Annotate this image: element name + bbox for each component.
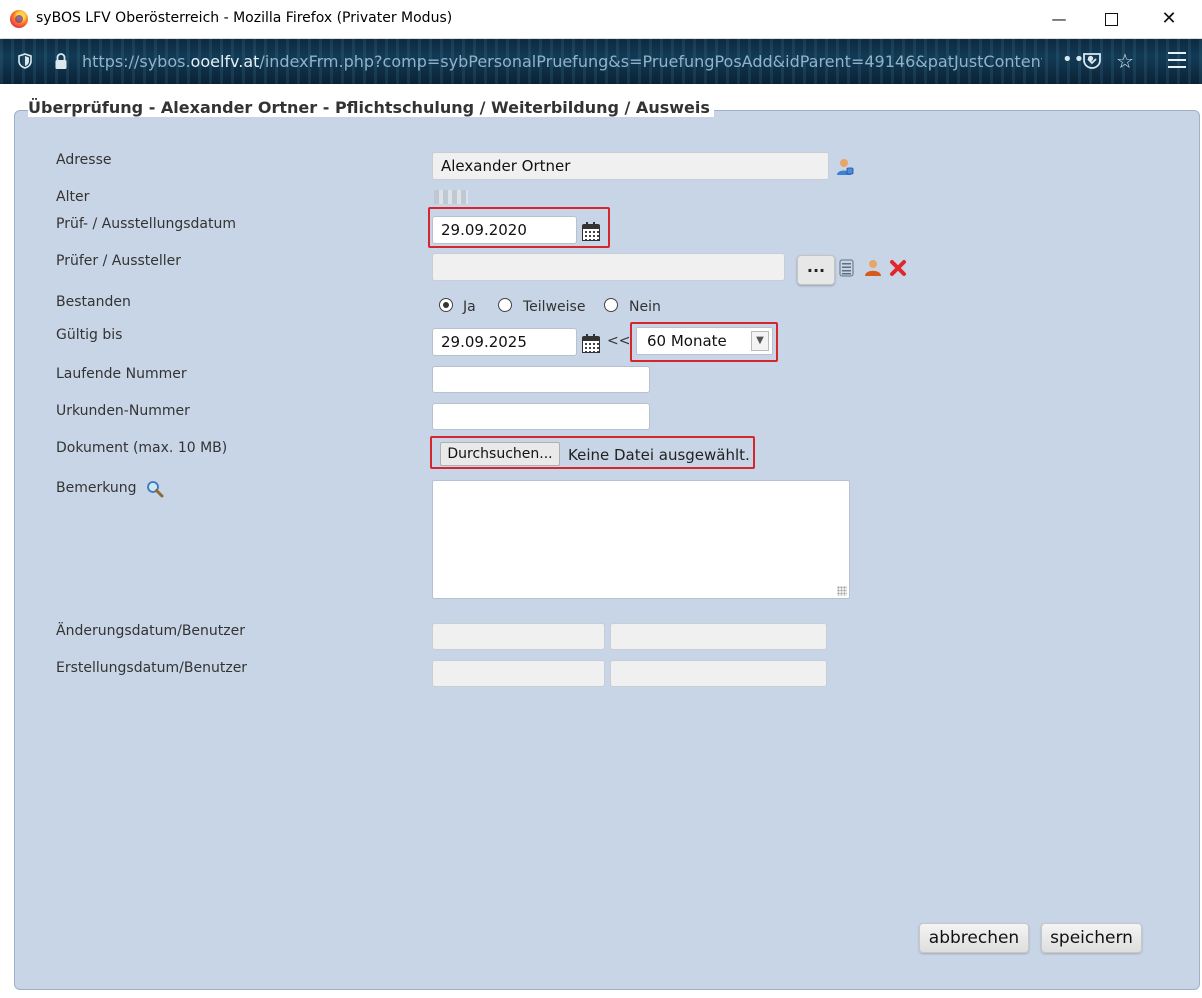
url-rest: /indexFrm.php?comp=sybPersonalPruefung&s… bbox=[259, 52, 1042, 71]
resize-grip-icon[interactable] bbox=[837, 586, 847, 596]
magnifier-icon[interactable] bbox=[146, 480, 164, 498]
bestanden-nein-label[interactable]: Nein bbox=[629, 299, 661, 315]
calendar-icon[interactable] bbox=[582, 222, 600, 241]
apply-duration-button[interactable]: << bbox=[607, 333, 630, 349]
adresse-field[interactable]: Alexander Ortner bbox=[432, 152, 829, 180]
duration-value: 60 Monate bbox=[647, 332, 727, 350]
user-icon[interactable] bbox=[836, 158, 854, 176]
pruefer-label: Prüfer / Aussteller bbox=[56, 253, 182, 269]
pruefdatum-label: Prüf- / Ausstellungsdatum bbox=[56, 216, 236, 232]
lock-icon[interactable] bbox=[54, 52, 68, 70]
file-browse-button[interactable]: Durchsuchen... bbox=[440, 442, 560, 466]
page-title: Überprüfung - Alexander Ortner - Pflicht… bbox=[28, 98, 714, 117]
bemerkung-label: Bemerkung bbox=[56, 480, 137, 496]
urkunden-nummer-label: Urkunden-Nummer bbox=[56, 403, 190, 419]
bestanden-nein-radio[interactable] bbox=[604, 298, 618, 312]
bookmark-star-icon[interactable]: ☆ bbox=[1116, 49, 1134, 73]
tracking-shield-icon[interactable] bbox=[18, 53, 32, 69]
bestanden-label: Bestanden bbox=[56, 294, 131, 310]
file-status: Keine Datei ausgewählt. bbox=[568, 446, 750, 464]
alter-label: Alter bbox=[56, 189, 90, 205]
person-icon[interactable] bbox=[864, 259, 882, 277]
age-value-blurred bbox=[434, 190, 468, 204]
delete-icon[interactable] bbox=[889, 259, 907, 277]
maximize-button[interactable] bbox=[1088, 4, 1134, 34]
maximize-icon bbox=[1104, 13, 1118, 26]
minimize-button[interactable]: — bbox=[1036, 4, 1082, 34]
url-host: ooelfv.at bbox=[190, 52, 260, 71]
dokument-label: Dokument (max. 10 MB) bbox=[56, 440, 228, 456]
bestanden-teilweise-radio[interactable] bbox=[498, 298, 512, 312]
close-window-button[interactable]: ✕ bbox=[1146, 4, 1192, 34]
window-titlebar: syBOS LFV Oberösterreich - Mozilla Firef… bbox=[0, 0, 1202, 39]
bestanden-ja-radio[interactable] bbox=[439, 298, 453, 312]
chevron-down-icon: ▼ bbox=[751, 331, 769, 351]
erstellung-benutzer-field bbox=[610, 660, 827, 687]
bestanden-ja-label[interactable]: Ja bbox=[463, 299, 476, 315]
erstellung-datum-field bbox=[432, 660, 605, 687]
aenderung-datum-field bbox=[432, 623, 605, 650]
gueltig-label: Gültig bis bbox=[56, 327, 123, 343]
duration-select[interactable]: 60 Monate ▼ bbox=[636, 327, 773, 355]
firefox-icon bbox=[10, 10, 28, 28]
aenderung-label: Änderungsdatum/Benutzer bbox=[56, 623, 245, 639]
gueltig-input[interactable]: 29.09.2025 bbox=[432, 328, 577, 356]
bestanden-teilweise-label[interactable]: Teilweise bbox=[523, 299, 585, 315]
adresse-label: Adresse bbox=[56, 152, 112, 168]
erstellung-label: Erstellungsdatum/Benutzer bbox=[56, 660, 248, 676]
pruefer-browse-button[interactable]: ... bbox=[797, 255, 835, 285]
calendar-icon[interactable] bbox=[582, 334, 600, 353]
aenderung-benutzer-field bbox=[610, 623, 827, 650]
pruefer-field[interactable] bbox=[432, 253, 785, 281]
bemerkung-textarea[interactable] bbox=[432, 480, 850, 599]
url-prefix: https://sybos. bbox=[82, 52, 191, 71]
url-bar[interactable]: https://sybos.ooelfv.at/indexFrm.php?com… bbox=[82, 52, 1042, 71]
laufende-nummer-label: Laufende Nummer bbox=[56, 366, 187, 382]
menu-icon[interactable] bbox=[1168, 52, 1186, 68]
pruefdatum-input[interactable]: 29.09.2020 bbox=[432, 216, 577, 244]
cancel-button[interactable]: abbrechen bbox=[919, 923, 1029, 953]
laufende-nummer-input[interactable] bbox=[432, 366, 650, 393]
save-button[interactable]: speichern bbox=[1041, 923, 1142, 953]
pocket-icon[interactable] bbox=[1082, 51, 1102, 71]
window-title: syBOS LFV Oberösterreich - Mozilla Firef… bbox=[36, 10, 453, 26]
urkunden-nummer-input[interactable] bbox=[432, 403, 650, 430]
navigation-bar: https://sybos.ooelfv.at/indexFrm.php?com… bbox=[0, 39, 1202, 84]
list-icon[interactable] bbox=[839, 259, 855, 277]
